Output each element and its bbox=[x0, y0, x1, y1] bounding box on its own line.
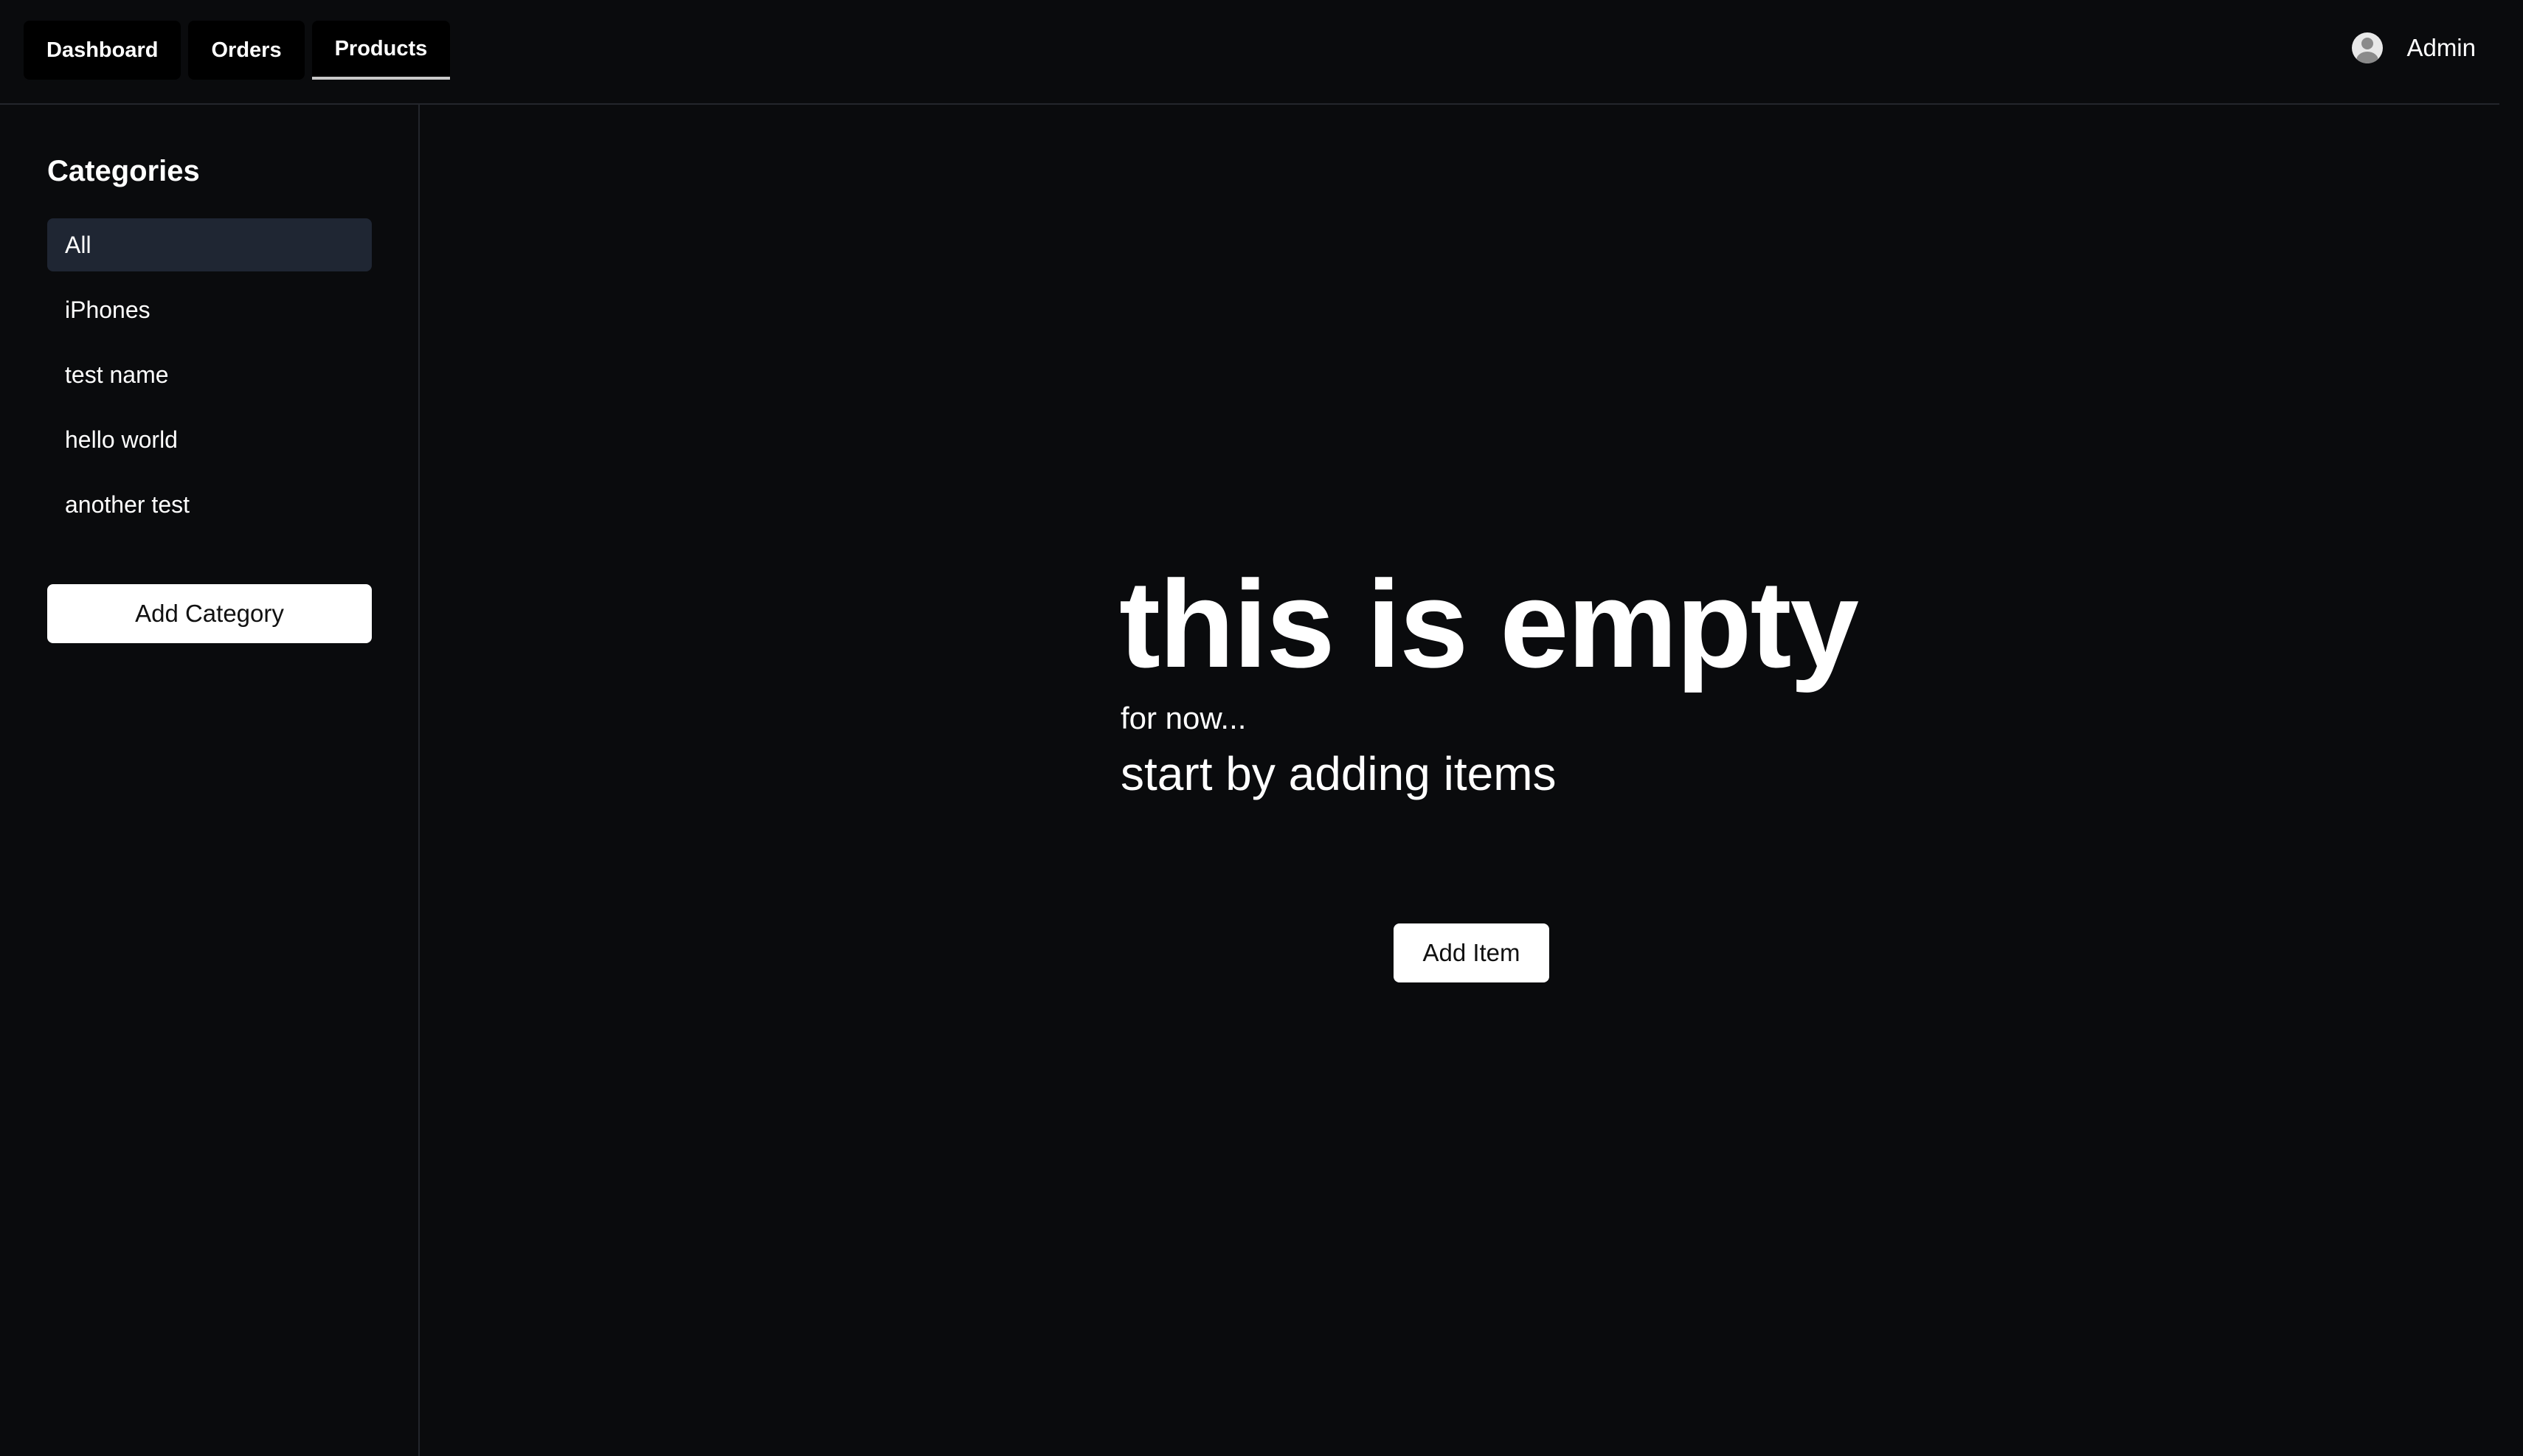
category-list: All iPhones test name hello world anothe… bbox=[47, 218, 372, 543]
empty-state-subtitle: for now... bbox=[1121, 701, 1247, 735]
tab-products[interactable]: Products bbox=[311, 21, 451, 80]
empty-state-title: this is empty bbox=[1119, 555, 1859, 693]
category-item-test-name[interactable]: test name bbox=[47, 348, 372, 401]
category-item-iphones[interactable]: iPhones bbox=[47, 283, 372, 336]
nav-tabs: Dashboard Orders Products bbox=[24, 21, 451, 80]
category-item-hello-world[interactable]: hello world bbox=[47, 413, 372, 466]
tab-orders[interactable]: Orders bbox=[188, 21, 305, 80]
empty-state-hint: start by adding items bbox=[1121, 747, 1557, 800]
category-item-another-test[interactable]: another test bbox=[47, 478, 372, 531]
add-category-button[interactable]: Add Category bbox=[47, 584, 372, 643]
tab-dashboard[interactable]: Dashboard bbox=[24, 21, 181, 80]
categories-sidebar: Categories All iPhones test name hello w… bbox=[0, 105, 420, 1456]
user-avatar-icon[interactable] bbox=[2352, 32, 2384, 63]
category-item-all[interactable]: All bbox=[47, 218, 372, 271]
sidebar-title: Categories bbox=[47, 155, 200, 187]
top-navigation-bar: Dashboard Orders Products Admin bbox=[0, 0, 2499, 105]
products-main-panel: this is empty for now... start by adding… bbox=[420, 105, 2499, 1456]
add-item-button[interactable]: Add Item bbox=[1394, 923, 1549, 982]
user-menu[interactable]: Admin bbox=[2352, 32, 2476, 63]
user-name[interactable]: Admin bbox=[2406, 34, 2476, 62]
